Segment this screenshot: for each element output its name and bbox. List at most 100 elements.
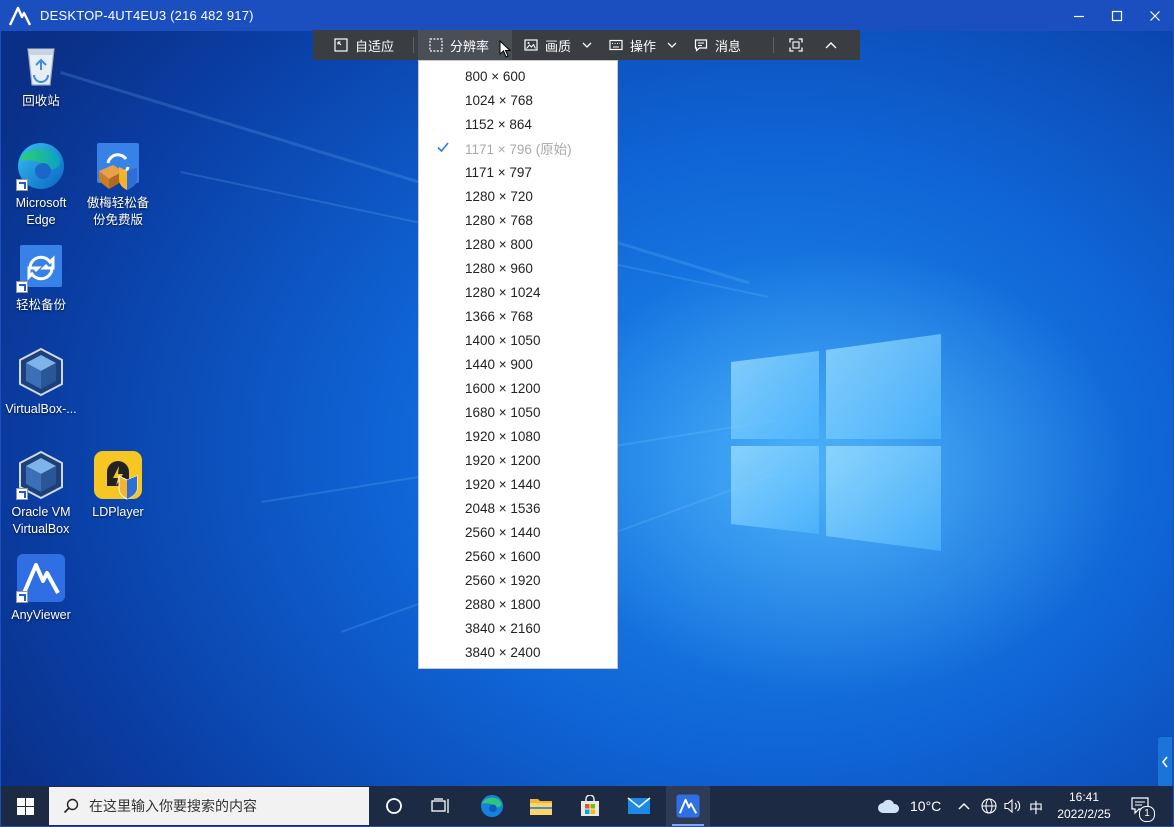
desktop-icon-edge[interactable]: Microsoft Edge — [2, 141, 80, 229]
resolution-label: 分辨率 — [450, 38, 490, 54]
resolution-dropdown-menu: 800 × 600 1024 × 768 1152 × 864 1171 × 796 … — [418, 60, 618, 669]
folder-icon — [530, 799, 552, 815]
operation-chevron-down-icon[interactable] — [667, 42, 677, 48]
weather-cloud-icon[interactable] — [877, 798, 901, 814]
message-button[interactable]: 消息 — [694, 30, 741, 60]
resolution-option[interactable]: 2048 × 1536 — [419, 496, 617, 520]
resolution-option[interactable]: 800 × 600 — [419, 64, 617, 88]
image-quality-icon — [524, 39, 538, 51]
close-button[interactable] — [1136, 0, 1174, 31]
resolution-option-label: 2560 × 1440 — [465, 524, 541, 540]
resolution-option[interactable]: 1920 × 1080 — [419, 424, 617, 448]
start-button[interactable] — [1, 786, 49, 826]
fullscreen-button[interactable] — [789, 30, 803, 60]
resolution-option[interactable]: 2560 × 1600 — [419, 544, 617, 568]
shortcut-arrow-icon — [16, 179, 28, 191]
tray-chevron-up-icon[interactable] — [958, 802, 970, 810]
operation-button[interactable]: 操作 — [609, 30, 656, 60]
resolution-option[interactable]: 1280 × 1024 — [419, 280, 617, 304]
desktop-icon-label: Oracle VM VirtualBox — [11, 505, 71, 536]
resolution-option-label: 2880 × 1800 — [465, 596, 541, 612]
resolution-option[interactable]: 1280 × 720 — [419, 184, 617, 208]
resolution-option[interactable]: 1366 × 768 — [419, 304, 617, 328]
shortcut-arrow-icon — [16, 281, 28, 293]
resolution-option-label: 1280 × 720 — [465, 188, 533, 204]
maximize-icon — [1111, 10, 1123, 21]
resolution-option[interactable]: 1680 × 1050 — [419, 400, 617, 424]
search-icon — [63, 798, 79, 814]
action-center-button[interactable]: 1 — [1129, 786, 1159, 826]
taskbar-search-box[interactable] — [49, 787, 369, 825]
input-method-indicator[interactable]: 中 — [1029, 798, 1043, 818]
taskbar-store[interactable] — [568, 786, 612, 826]
desktop-icon-label: 傲梅轻松备份免费版 — [86, 196, 150, 227]
notification-count-badge: 1 — [1139, 806, 1155, 822]
resolution-option-label: 1280 × 960 — [465, 260, 533, 276]
resolution-option[interactable]: 1152 × 864 — [419, 112, 617, 136]
quality-chevron-down-icon[interactable] — [582, 42, 592, 48]
resolution-option[interactable]: 3840 × 2400 — [419, 640, 617, 664]
resolution-option[interactable]: 1024 × 768 — [419, 88, 617, 112]
resolution-button[interactable]: 分辨率 — [429, 30, 489, 60]
message-label: 消息 — [715, 38, 742, 54]
taskbar-mail[interactable] — [617, 786, 661, 826]
ldplayer-icon — [94, 451, 142, 500]
desktop-icon-virtualbox-dots[interactable]: VirtualBox-... — [2, 347, 80, 418]
toolbar-divider — [773, 37, 774, 53]
desktop-icon-aomei-free[interactable]: 傲梅轻松备份免费版 — [79, 141, 157, 229]
resolution-option[interactable]: 1400 × 1050 — [419, 328, 617, 352]
fit-window-button[interactable]: 自适应 — [334, 30, 394, 60]
taskbar-clock[interactable]: 16:41 2022/2/25 — [1053, 789, 1115, 823]
anyviewer-icon — [676, 794, 700, 818]
minimize-button[interactable] — [1060, 0, 1098, 31]
window-titlebar: DESKTOP-4UT4EU3 (216 482 917) — [0, 0, 1174, 31]
mouse-cursor-icon — [499, 40, 511, 58]
resolution-option[interactable]: 3840 × 2160 — [419, 616, 617, 640]
keyboard-icon — [609, 39, 623, 51]
resolution-option-label: 3840 × 2400 — [465, 644, 541, 660]
active-app-indicator — [672, 824, 704, 826]
desktop-icon-ldplayer[interactable]: LDPlayer — [79, 450, 157, 521]
store-icon — [581, 795, 599, 816]
taskbar-anyviewer[interactable] — [666, 786, 710, 826]
volume-icon[interactable] — [1004, 798, 1022, 814]
resolution-option[interactable]: 1920 × 1440 — [419, 472, 617, 496]
operation-label: 操作 — [630, 38, 657, 54]
quality-label: 画质 — [545, 38, 572, 54]
resolution-option: 1171 × 796 (原始) — [419, 136, 617, 160]
collapse-toolbar-button[interactable] — [825, 30, 837, 60]
desktop-icon-recycle-bin[interactable]: 回收站 — [2, 39, 80, 110]
desktop-icon-oracle-vm[interactable]: Oracle VM VirtualBox — [2, 450, 80, 538]
cortana-button[interactable] — [372, 786, 416, 826]
resolution-option-label: 1920 × 1440 — [465, 476, 541, 492]
resolution-option[interactable]: 2560 × 1440 — [419, 520, 617, 544]
quality-button[interactable]: 画质 — [524, 30, 571, 60]
resolution-option-label: 1920 × 1080 — [465, 428, 541, 444]
resolution-option[interactable]: 2560 × 1920 — [419, 568, 617, 592]
taskbar-file-explorer[interactable] — [519, 786, 563, 826]
taskbar-edge[interactable] — [470, 786, 514, 826]
task-view-button[interactable] — [419, 786, 463, 826]
desktop-icon-label: VirtualBox-... — [5, 402, 77, 416]
resolution-option[interactable]: 1920 × 1200 — [419, 448, 617, 472]
fit-window-label: 自适应 — [355, 38, 395, 54]
weather-temperature[interactable]: 10°C — [910, 798, 941, 814]
maximize-button[interactable] — [1098, 0, 1136, 31]
resolution-option[interactable]: 1600 × 1200 — [419, 376, 617, 400]
resolution-option[interactable]: 1280 × 800 — [419, 232, 617, 256]
resolution-option[interactable]: 1280 × 960 — [419, 256, 617, 280]
resolution-option[interactable]: 1440 × 900 — [419, 352, 617, 376]
resolution-option-label: 1024 × 768 — [465, 92, 533, 108]
network-globe-icon[interactable] — [981, 798, 997, 814]
resolution-option[interactable]: 1171 × 797 — [419, 160, 617, 184]
resolution-option-label: 3840 × 2160 — [465, 620, 541, 636]
side-panel-toggle[interactable] — [1158, 737, 1172, 786]
search-input[interactable] — [89, 798, 349, 814]
desktop-icon-anyviewer[interactable]: AnyViewer — [2, 553, 80, 624]
close-icon — [1150, 10, 1160, 21]
virtualbox-icon — [19, 347, 63, 397]
resolution-option[interactable]: 2880 × 1800 — [419, 592, 617, 616]
resolution-option[interactable]: 1280 × 768 — [419, 208, 617, 232]
desktop-icon-backup[interactable]: 轻松备份 — [2, 243, 80, 314]
toolbar-divider — [413, 37, 414, 53]
